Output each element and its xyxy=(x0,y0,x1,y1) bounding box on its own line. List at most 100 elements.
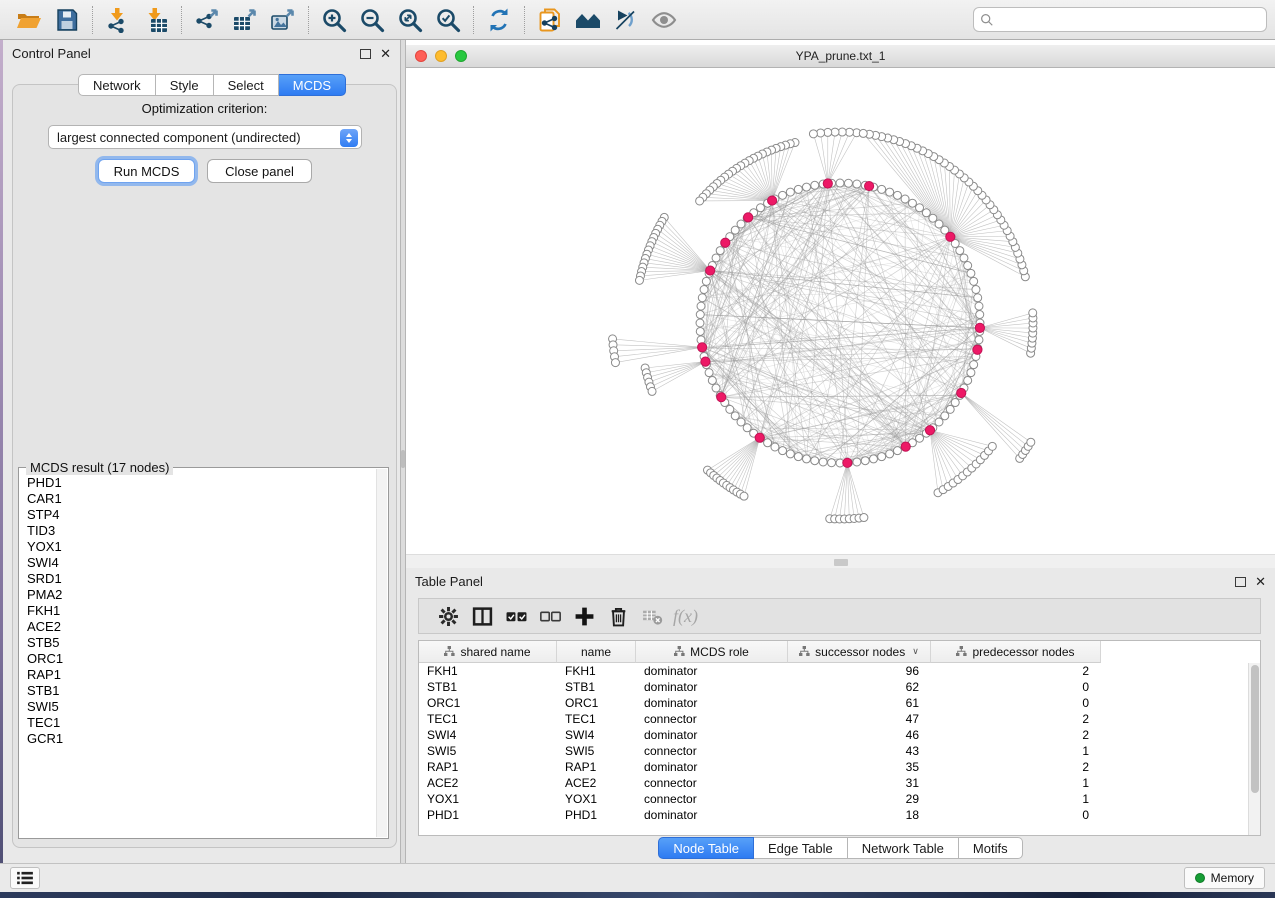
cell-MCDS-role: dominator xyxy=(636,679,788,695)
tab-network[interactable]: Network xyxy=(78,74,156,96)
memory-button[interactable]: Memory xyxy=(1184,867,1265,889)
mcds-result-item[interactable]: STB1 xyxy=(27,683,376,699)
mcds-result-scrollbar[interactable] xyxy=(376,469,387,837)
table-row[interactable]: SWI4SWI4dominator462 xyxy=(419,727,1248,743)
mcds-result-item[interactable]: STP4 xyxy=(27,507,376,523)
cell-predecessor-nodes: 2 xyxy=(931,663,1101,679)
control-panel-close-button[interactable]: ✕ xyxy=(380,47,391,60)
control-panel-title: Control Panel xyxy=(12,46,360,61)
memory-status-icon xyxy=(1195,873,1205,883)
mcds-result-item[interactable]: GCR1 xyxy=(27,731,376,747)
table-row[interactable]: SWI5SWI5connector431 xyxy=(419,743,1248,759)
tab-mcds[interactable]: MCDS xyxy=(279,74,346,96)
close-panel-button[interactable]: Close panel xyxy=(207,159,312,183)
table-row[interactable]: PHD1PHD1dominator180 xyxy=(419,807,1248,823)
shared-column-icon xyxy=(674,646,685,657)
column-header-MCDS-role[interactable]: MCDS role xyxy=(636,641,788,663)
vertical-splitter-handle[interactable] xyxy=(401,450,405,468)
network-window-titlebar[interactable]: YPA_prune.txt_1 xyxy=(406,45,1275,68)
table-row[interactable]: ACE2ACE2connector311 xyxy=(419,775,1248,791)
mcds-result-list[interactable]: PHD1CAR1STP4TID3YOX1SWI4SRD1PMA2FKH1ACE2… xyxy=(19,472,376,838)
horizontal-splitter-handle[interactable] xyxy=(834,559,848,566)
mcds-result-item[interactable]: FKH1 xyxy=(27,603,376,619)
export-network-button[interactable] xyxy=(188,4,226,36)
table-panel-float-button[interactable] xyxy=(1235,577,1246,587)
save-session-button[interactable] xyxy=(48,4,86,36)
add-column-button[interactable] xyxy=(567,602,601,630)
cell-shared-name: FKH1 xyxy=(419,663,557,679)
mcds-result-item[interactable]: STB5 xyxy=(27,635,376,651)
toolbar-separator xyxy=(181,6,182,34)
control-panel-tabs: NetworkStyleSelectMCDS xyxy=(78,74,346,96)
export-table-button[interactable] xyxy=(226,4,264,36)
mcds-result-item[interactable]: RAP1 xyxy=(27,667,376,683)
horizontal-splitter[interactable] xyxy=(406,554,1275,568)
show-details-button[interactable] xyxy=(645,4,683,36)
open-session-button[interactable] xyxy=(10,4,48,36)
table-row[interactable]: RAP1RAP1dominator352 xyxy=(419,759,1248,775)
search-box[interactable] xyxy=(973,7,1267,32)
zoom-fit-button[interactable] xyxy=(391,4,429,36)
deselect-all-button[interactable] xyxy=(533,602,567,630)
mcds-result-item[interactable]: SRD1 xyxy=(27,571,376,587)
import-table-button[interactable] xyxy=(137,4,175,36)
zoom-in-button[interactable] xyxy=(315,4,353,36)
network-canvas[interactable] xyxy=(406,68,1275,554)
clone-network-button[interactable] xyxy=(531,4,569,36)
split-view-button[interactable] xyxy=(465,602,499,630)
dropdown-stepper-icon xyxy=(340,129,358,147)
table-row[interactable]: FKH1FKH1dominator962 xyxy=(419,663,1248,679)
column-header-shared-name[interactable]: shared name xyxy=(419,641,557,663)
cell-successor-nodes: 18 xyxy=(788,807,931,823)
network-search-input[interactable] xyxy=(998,13,1260,27)
network-graph[interactable] xyxy=(406,68,1275,554)
clear-table-button xyxy=(635,602,669,630)
optimization-criterion-dropdown[interactable]: largest connected component (undirected) xyxy=(48,125,362,149)
mcds-result-item[interactable]: SWI5 xyxy=(27,699,376,715)
table-row[interactable]: TEC1TEC1connector472 xyxy=(419,711,1248,727)
task-manager-button[interactable] xyxy=(10,867,40,889)
cell-MCDS-role: connector xyxy=(636,743,788,759)
toolbar-separator xyxy=(524,6,525,34)
mcds-result-item[interactable]: YOX1 xyxy=(27,539,376,555)
select-all-button[interactable] xyxy=(499,602,533,630)
table-panel-close-button[interactable]: ✕ xyxy=(1255,575,1266,588)
tab-select[interactable]: Select xyxy=(214,74,279,96)
tab-style[interactable]: Style xyxy=(156,74,214,96)
network-home-button[interactable] xyxy=(569,4,607,36)
table-row[interactable]: YOX1YOX1connector291 xyxy=(419,791,1248,807)
column-header-predecessor-nodes[interactable]: predecessor nodes xyxy=(931,641,1101,663)
column-header-successor-nodes[interactable]: successor nodes∨ xyxy=(788,641,931,663)
mcds-result-item[interactable]: PHD1 xyxy=(27,475,376,491)
import-network-button[interactable] xyxy=(99,4,137,36)
delete-column-button[interactable] xyxy=(601,602,635,630)
tab-network-table[interactable]: Network Table xyxy=(848,837,959,859)
zoom-out-button[interactable] xyxy=(353,4,391,36)
column-header-label: shared name xyxy=(460,645,530,659)
export-image-button[interactable] xyxy=(264,4,302,36)
table-row[interactable]: ORC1ORC1dominator610 xyxy=(419,695,1248,711)
tab-edge-table[interactable]: Edge Table xyxy=(754,837,848,859)
table-row[interactable]: STB1STB1dominator620 xyxy=(419,679,1248,695)
mcds-result-item[interactable]: ORC1 xyxy=(27,651,376,667)
mcds-result-item[interactable]: ACE2 xyxy=(27,619,376,635)
mcds-result-item[interactable]: SWI4 xyxy=(27,555,376,571)
mcds-result-item[interactable]: PMA2 xyxy=(27,587,376,603)
mcds-result-item[interactable]: TEC1 xyxy=(27,715,376,731)
column-header-name[interactable]: name xyxy=(557,641,636,663)
control-panel-float-button[interactable] xyxy=(360,49,371,59)
refresh-layout-button[interactable] xyxy=(480,4,518,36)
style-toggle-button[interactable] xyxy=(607,4,645,36)
node-table-scrollbar[interactable] xyxy=(1248,663,1260,835)
tab-node-table[interactable]: Node Table xyxy=(658,837,754,859)
node-table-scrollbar-thumb[interactable] xyxy=(1251,665,1259,793)
mcds-result-item[interactable]: TID3 xyxy=(27,523,376,539)
zoom-selected-button[interactable] xyxy=(429,4,467,36)
settings-button[interactable] xyxy=(431,602,465,630)
run-mcds-button[interactable]: Run MCDS xyxy=(98,159,195,183)
cell-shared-name: SWI4 xyxy=(419,727,557,743)
shared-column-icon xyxy=(956,646,967,657)
mcds-result-item[interactable]: CAR1 xyxy=(27,491,376,507)
cell-predecessor-nodes: 0 xyxy=(931,679,1101,695)
tab-motifs[interactable]: Motifs xyxy=(959,837,1023,859)
